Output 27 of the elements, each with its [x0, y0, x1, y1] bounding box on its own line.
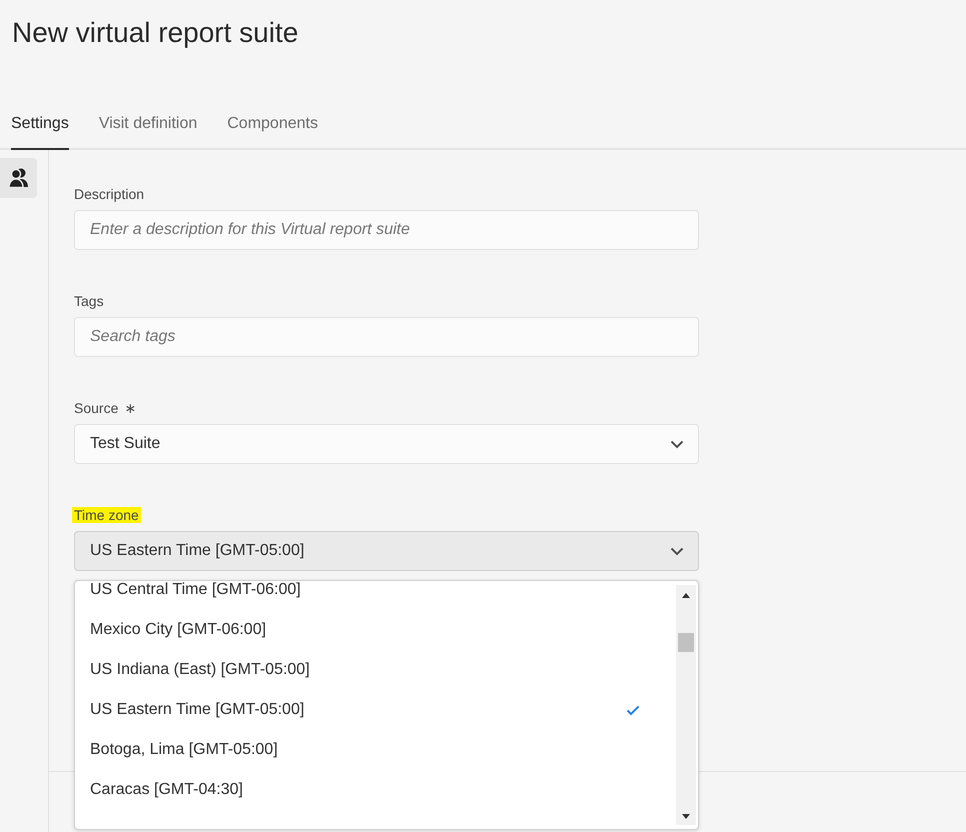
dropdown-option[interactable]: Mexico City [GMT-06:00] [75, 610, 676, 650]
dropdown[interactable]: US Eastern Time [GMT-05:00] [74, 531, 699, 571]
field-label: Description [73, 186, 146, 202]
users-button[interactable] [0, 158, 37, 198]
chevron-down-icon [670, 440, 684, 448]
text-field[interactable]: Search tags [74, 317, 699, 357]
field-label: Time zone [72, 507, 141, 523]
dropdown-option[interactable]: Botoga, Lima [GMT-05:00] [75, 730, 676, 770]
scrollbar[interactable] [676, 585, 696, 825]
dropdown-option[interactable]: US Indiana (East) [GMT-05:00] [75, 650, 676, 690]
users-icon [8, 168, 30, 188]
scroll-up-icon [682, 593, 690, 598]
field-label: Tags [73, 293, 105, 309]
required-mark: ∗ [124, 400, 136, 416]
tab[interactable]: Visit definition [98, 100, 198, 150]
tab[interactable]: Components [227, 100, 318, 150]
text-field[interactable]: Enter a description for this Virtual report suite [74, 210, 699, 250]
dropdown-option[interactable]: Caracas [GMT-04:30] [75, 770, 676, 810]
scrollbar-thumb[interactable] [678, 633, 694, 652]
page-title: New virtual report suite [12, 16, 298, 50]
tab[interactable]: Settings [11, 100, 69, 150]
dropdown-option[interactable]: US Eastern Time [GMT-05:00] [75, 690, 676, 730]
chevron-down-icon [670, 546, 684, 556]
field-label: Source [73, 400, 120, 416]
dropdown-option[interactable]: US Central Time [GMT-06:00] [75, 581, 676, 610]
scroll-down-icon [682, 814, 690, 819]
dropdown[interactable]: Test Suite [74, 424, 699, 464]
